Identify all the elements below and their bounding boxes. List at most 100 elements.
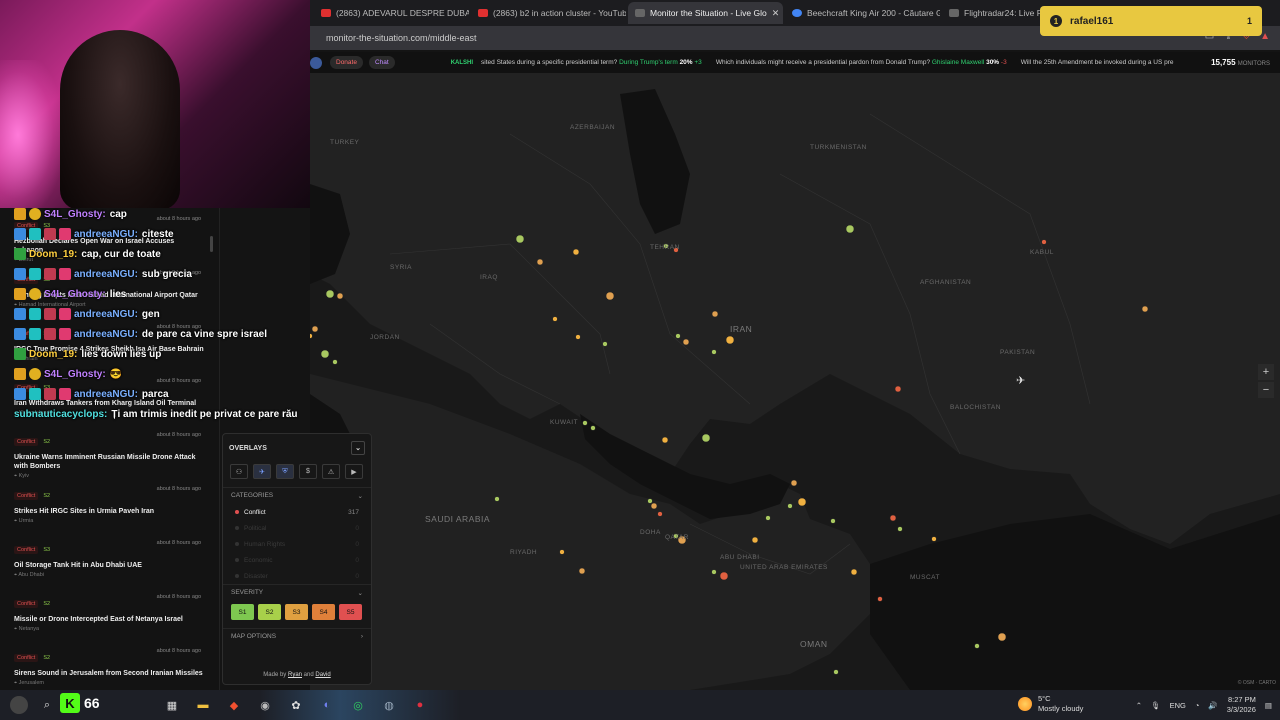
- event-marker[interactable]: [877, 596, 883, 602]
- event-marker[interactable]: [605, 291, 615, 301]
- map-options-header[interactable]: MAP OPTIONS ›: [223, 628, 371, 644]
- event-marker[interactable]: [845, 224, 855, 234]
- game-icon[interactable]: ●: [411, 696, 429, 714]
- warning-icon[interactable]: ⚠: [322, 464, 340, 479]
- news-item[interactable]: Conflict S3 about 8 hours ago Oil Storage T…: [0, 532, 219, 586]
- chevron-up-icon[interactable]: ⌃: [1136, 701, 1142, 710]
- event-marker[interactable]: [575, 334, 581, 340]
- video-icon[interactable]: ▶: [345, 464, 363, 479]
- chat-button[interactable]: Chat: [368, 56, 395, 69]
- event-marker[interactable]: [787, 503, 793, 509]
- event-marker[interactable]: [765, 515, 771, 521]
- browser-tab[interactable]: (2863) b2 in action cluster - YouTube: [471, 2, 626, 24]
- categories-header[interactable]: CATEGORIES ⌄: [223, 487, 371, 504]
- event-marker[interactable]: [931, 536, 937, 542]
- event-marker[interactable]: [719, 571, 729, 581]
- news-item[interactable]: Conflict S2 about 8 hours ago Strikes Hit I…: [0, 478, 219, 532]
- event-marker[interactable]: [494, 496, 500, 502]
- event-marker[interactable]: [725, 335, 735, 345]
- obs-icon[interactable]: ◉: [256, 696, 274, 714]
- zoom-in-button[interactable]: +: [1258, 364, 1274, 380]
- url-text[interactable]: monitor-the-situation.com/middle-east: [326, 33, 477, 43]
- lang-indicator[interactable]: ENG: [1170, 701, 1186, 710]
- category-filter[interactable]: Conflict 317: [223, 504, 371, 520]
- browser-tab[interactable]: Beechcraft King Air 200 - Căutare Go: [785, 2, 940, 24]
- plane-icon[interactable]: ✈: [253, 464, 271, 479]
- severity-button[interactable]: S4: [312, 604, 335, 620]
- discord-icon[interactable]: ◐: [318, 696, 336, 714]
- event-marker[interactable]: [894, 385, 902, 393]
- event-marker[interactable]: [751, 536, 759, 544]
- avatar[interactable]: [10, 696, 28, 714]
- event-marker[interactable]: [830, 518, 836, 524]
- severity-button[interactable]: S3: [285, 604, 308, 620]
- steam-icon[interactable]: ◍: [380, 696, 398, 714]
- event-marker[interactable]: [833, 669, 839, 675]
- event-marker[interactable]: [997, 632, 1007, 642]
- dollar-icon[interactable]: $: [299, 464, 317, 479]
- ticker-item[interactable]: sited States during a specific president…: [481, 59, 702, 66]
- search-icon[interactable]: ⌕: [38, 696, 56, 714]
- event-marker[interactable]: [682, 338, 690, 346]
- event-marker[interactable]: [590, 425, 596, 431]
- event-marker[interactable]: [552, 316, 558, 322]
- event-marker[interactable]: [675, 333, 681, 339]
- event-marker[interactable]: [701, 433, 711, 443]
- close-icon[interactable]: ✕: [772, 8, 780, 19]
- chevron-down-icon[interactable]: ⌄: [358, 589, 363, 597]
- event-marker[interactable]: [578, 567, 586, 575]
- system-clock[interactable]: 8:27 PM 3/3/2026: [1227, 695, 1256, 715]
- severity-button[interactable]: S5: [339, 604, 362, 620]
- severity-header[interactable]: SEVERITY ⌄: [223, 584, 371, 601]
- event-marker[interactable]: [711, 310, 719, 318]
- chevron-right-icon[interactable]: ›: [361, 633, 363, 640]
- event-marker[interactable]: [889, 514, 897, 522]
- event-marker[interactable]: [711, 349, 717, 355]
- notification-icon[interactable]: ▤: [1265, 701, 1272, 710]
- browser-tab[interactable]: (2863) ADEVARUL DESPRE DUBAI - Y: [314, 2, 469, 24]
- event-marker[interactable]: [336, 292, 344, 300]
- chevron-down-icon[interactable]: ⌄: [351, 441, 365, 455]
- credit-link-ryan[interactable]: Ryan: [288, 672, 302, 678]
- brave-icon[interactable]: ◆: [225, 696, 243, 714]
- event-marker[interactable]: [790, 479, 798, 487]
- weather-widget[interactable]: 5°C Mostly cloudy: [1018, 694, 1083, 714]
- browser-tab[interactable]: Monitor the Situation - Live Glo ✕: [628, 2, 783, 24]
- event-marker[interactable]: [1141, 305, 1149, 313]
- category-filter[interactable]: Disaster 0: [223, 568, 371, 584]
- map-canvas[interactable]: ✈ ✈ ✈: [310, 74, 1280, 690]
- event-marker[interactable]: [850, 568, 858, 576]
- event-marker[interactable]: [661, 436, 669, 444]
- news-item[interactable]: Conflict S2 about 8 hours ago Ukraine Warns…: [0, 424, 219, 479]
- volume-icon[interactable]: 🔊: [1208, 701, 1217, 710]
- people-icon[interactable]: ⚇: [230, 464, 248, 479]
- donate-button[interactable]: Donate: [330, 56, 363, 69]
- severity-button[interactable]: S2: [258, 604, 281, 620]
- shield-icon[interactable]: ⛨: [276, 464, 294, 479]
- event-marker[interactable]: [897, 526, 903, 532]
- chevron-down-icon[interactable]: ⌄: [358, 492, 363, 500]
- event-marker[interactable]: [647, 498, 653, 504]
- event-marker[interactable]: [559, 549, 565, 555]
- category-filter[interactable]: Human Rights 0: [223, 536, 371, 552]
- spotify-icon[interactable]: ◎: [349, 696, 367, 714]
- zoom-out-button[interactable]: −: [1258, 382, 1274, 398]
- chatgpt-icon[interactable]: ✿: [287, 696, 305, 714]
- credit-link-david[interactable]: David: [315, 672, 330, 678]
- ticker-item[interactable]: Will the 25th Amendment be invoked durin…: [1021, 59, 1174, 66]
- situation-map[interactable]: ✈ ✈ ✈ AZERBAIJAN TURKEY TURKMENISTAN SYRIA I…: [310, 74, 1280, 690]
- event-marker[interactable]: [650, 502, 658, 510]
- news-item[interactable]: Conflict S2 about 8 hours ago Sirens Sound …: [0, 640, 219, 690]
- event-marker[interactable]: [536, 258, 544, 266]
- widgets-icon[interactable]: ▦: [163, 696, 181, 714]
- news-item[interactable]: Conflict S2 about 8 hours ago Missile or Dr…: [0, 586, 219, 640]
- explorer-icon[interactable]: ▬: [194, 696, 212, 714]
- category-filter[interactable]: Political 0: [223, 520, 371, 536]
- wifi-icon[interactable]: ◔: [1195, 701, 1200, 710]
- category-filter[interactable]: Economic 0: [223, 552, 371, 568]
- event-marker[interactable]: [515, 234, 525, 244]
- event-marker[interactable]: [572, 248, 580, 256]
- mic-icon[interactable]: 🎙: [1151, 701, 1161, 710]
- severity-button[interactable]: S1: [231, 604, 254, 620]
- event-marker[interactable]: [711, 569, 717, 575]
